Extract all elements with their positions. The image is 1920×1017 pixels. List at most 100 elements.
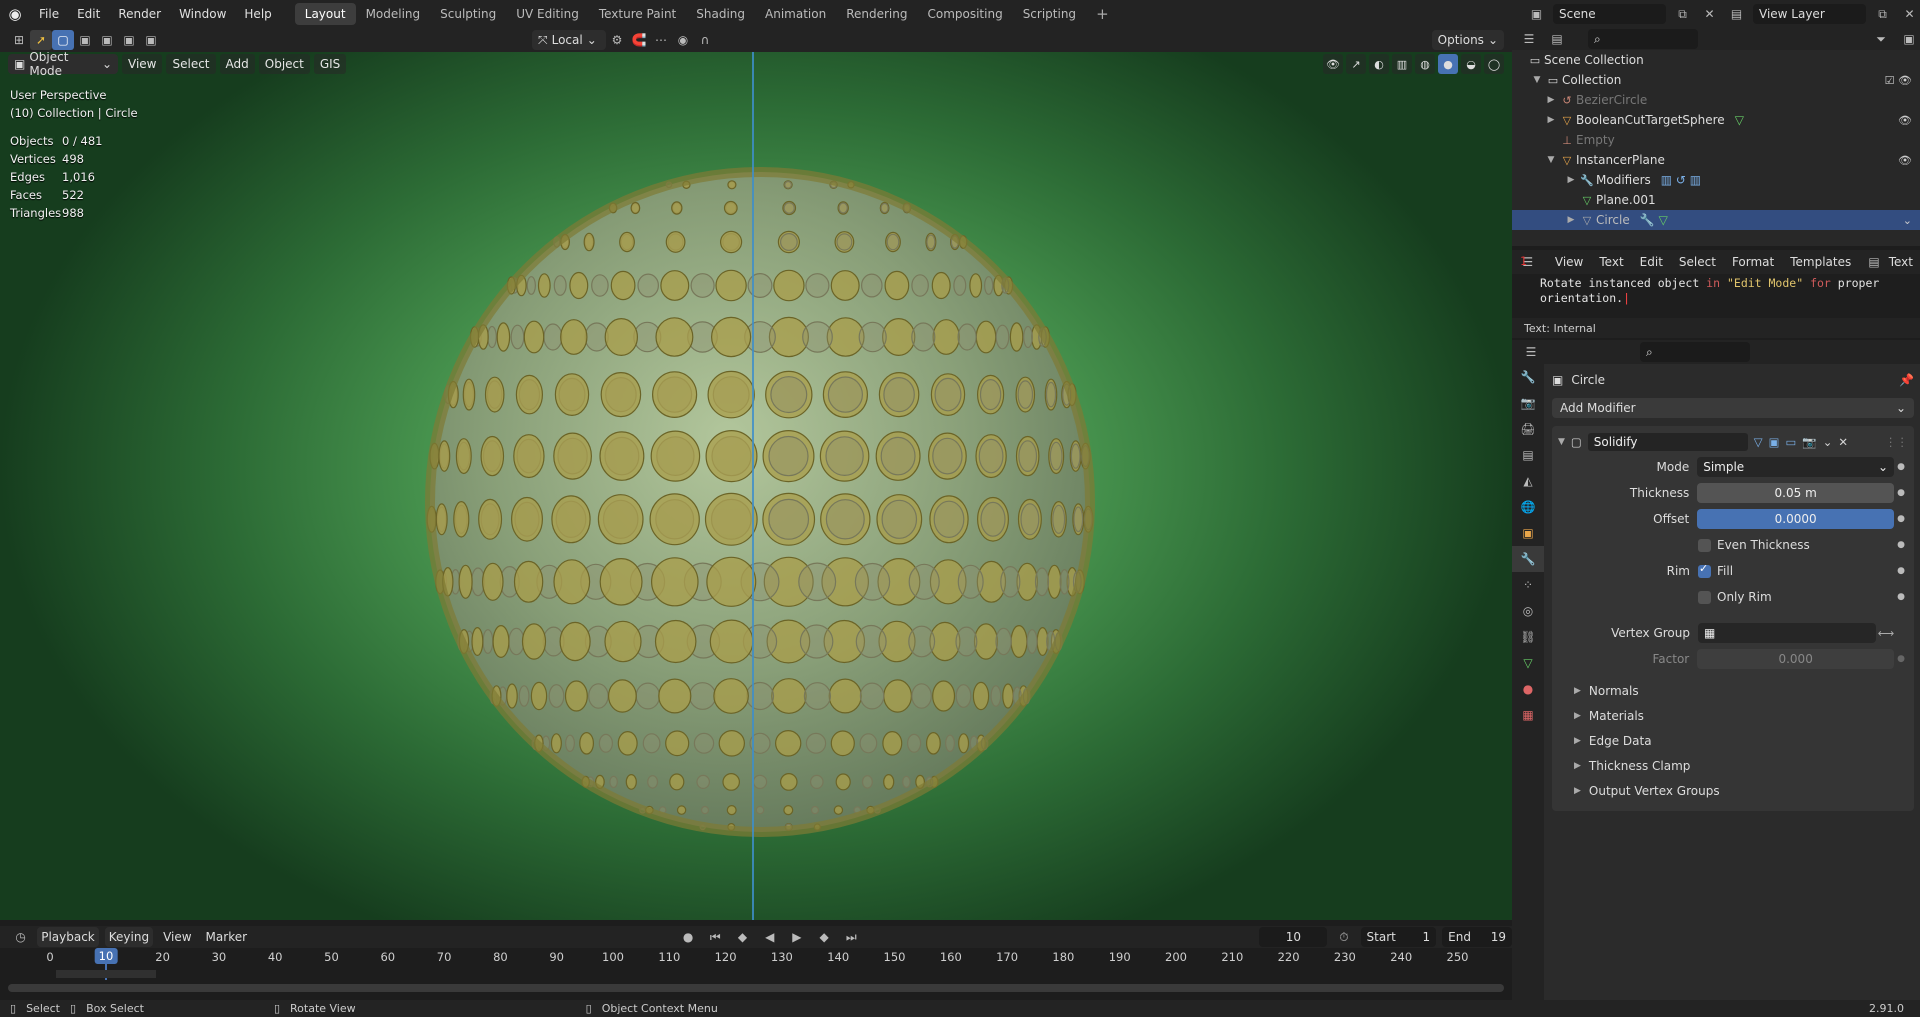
keyframe-dot-icon[interactable]: ●	[1894, 462, 1908, 472]
constraints-tab-icon[interactable]: ⛓	[1512, 624, 1544, 650]
clock-icon[interactable]: ⏱	[1333, 927, 1354, 947]
jump-end-icon[interactable]: ⏭	[841, 927, 862, 947]
3d-viewport[interactable]: ▣ Object Mode ⌄ View Select Add Object GIS…	[0, 52, 1512, 920]
keyframe-dot-icon[interactable]: ●	[1894, 488, 1908, 498]
current-frame-indicator[interactable]: 10	[94, 948, 118, 964]
tab-compositing[interactable]: Compositing	[917, 3, 1012, 25]
text-datablock-name[interactable]: Text	[1882, 255, 1920, 269]
snap-icon[interactable]: 🧲	[628, 30, 650, 50]
subpanel-thickness-clamp[interactable]: ▶ Thickness Clamp	[1558, 753, 1908, 778]
rendered-shading-icon[interactable]: ◯	[1484, 54, 1504, 74]
keyframe-dot-icon[interactable]: ●	[1894, 566, 1908, 576]
object-tab-icon[interactable]: ▣	[1512, 520, 1544, 546]
end-frame-field[interactable]: End 19	[1442, 927, 1512, 947]
select-mode-new-icon[interactable]: ▢	[52, 30, 74, 50]
text-menu-text[interactable]: Text	[1592, 255, 1630, 269]
start-frame-field[interactable]: Start 1	[1360, 927, 1437, 947]
render-icon[interactable]: 📷	[1802, 435, 1816, 449]
output-tab-icon[interactable]: 🖨	[1512, 416, 1544, 442]
invert-icon[interactable]: ⟷	[1876, 626, 1896, 640]
keyframe-dot-icon[interactable]: ●	[1894, 654, 1908, 664]
text-menu-edit[interactable]: Edit	[1633, 255, 1670, 269]
chevron-down-icon[interactable]: ⌄	[1903, 214, 1912, 227]
jump-start-icon[interactable]: ⏮	[705, 927, 726, 947]
solid-shading-icon[interactable]: ●	[1438, 54, 1458, 74]
view-layer-tab-icon[interactable]: ▤	[1512, 442, 1544, 468]
subpanel-materials[interactable]: ▶ Materials	[1558, 703, 1908, 728]
physics-tab-icon[interactable]: ◎	[1512, 598, 1544, 624]
pivot-point-icon[interactable]: ⚙	[606, 30, 628, 50]
menu-help[interactable]: Help	[235, 0, 280, 28]
editor-type-icon[interactable]: ⊞	[8, 30, 30, 50]
outliner-row-booleancuttargetsphere[interactable]: ▶ ▽ BooleanCutTargetSphere ▽ 👁	[1512, 110, 1920, 130]
keyframe-dot-icon[interactable]: ●	[1894, 514, 1908, 524]
overlay-icon[interactable]: ◐	[1369, 54, 1389, 74]
outliner-row-plane001[interactable]: ▽ Plane.001	[1512, 190, 1920, 210]
expand-icon[interactable]: ▼	[1530, 75, 1544, 85]
current-frame-field[interactable]: 10	[1259, 927, 1328, 947]
outliner-row-modifiers[interactable]: ▶ 🔧 Modifiers ▥ ↺ ▥	[1512, 170, 1920, 190]
view-layer-field[interactable]: View Layer	[1753, 4, 1867, 24]
collapse-icon[interactable]: ▼	[1558, 437, 1565, 447]
material-tab-icon[interactable]: ●	[1512, 676, 1544, 702]
add-workspace-icon[interactable]: +	[1086, 3, 1119, 25]
expand-icon[interactable]: ▶	[1564, 175, 1578, 185]
timeline-view-menu[interactable]: View	[159, 930, 195, 944]
next-keyframe-icon[interactable]: ◆	[814, 927, 835, 947]
select-tool-icon[interactable]: ➚	[30, 30, 52, 50]
select-mode-extend-icon[interactable]: ▣	[74, 30, 96, 50]
factor-field[interactable]: 0.000	[1697, 649, 1895, 669]
select-mode-intersect-icon[interactable]: ▣	[140, 30, 162, 50]
realtime-icon[interactable]: ▭	[1786, 435, 1797, 449]
outliner-row-collection[interactable]: ▼ ▭ Collection ☑ 👁	[1512, 70, 1920, 90]
timeline-editor-icon[interactable]: ◷	[10, 927, 31, 947]
outliner-search-input[interactable]: ⌕	[1588, 29, 1698, 49]
viewport-menu-object[interactable]: Object	[258, 54, 310, 74]
copy-scene-icon[interactable]: ⧉	[1672, 4, 1693, 24]
outliner-row-empty[interactable]: ⊥ Empty	[1512, 130, 1920, 150]
select-mode-invert-icon[interactable]: ▣	[118, 30, 140, 50]
material-shading-icon[interactable]: ◒	[1461, 54, 1481, 74]
text-menu-select[interactable]: Select	[1672, 255, 1723, 269]
keying-menu[interactable]: Keying	[104, 927, 154, 947]
eye-icon[interactable]: 👁	[1898, 154, 1912, 167]
expand-icon[interactable]: ▶	[1544, 115, 1558, 125]
world-tab-icon[interactable]: 🌐	[1512, 494, 1544, 520]
text-menu-templates[interactable]: Templates	[1783, 255, 1858, 269]
chevron-down-icon[interactable]: ⌄	[1823, 435, 1833, 449]
particles-tab-icon[interactable]: ⁘	[1512, 572, 1544, 598]
subpanel-edge-data[interactable]: ▶ Edge Data	[1558, 728, 1908, 753]
text-datablock-icon[interactable]: ▤	[1868, 252, 1879, 272]
drag-handle-icon[interactable]: ⋮⋮	[1885, 435, 1908, 449]
marker-menu[interactable]: Marker	[202, 930, 251, 944]
menu-edit[interactable]: Edit	[68, 0, 109, 28]
select-mode-subtract-icon[interactable]: ▣	[96, 30, 118, 50]
eye-icon[interactable]: 👁	[1898, 114, 1912, 127]
viewport-menu-select[interactable]: Select	[166, 54, 216, 74]
tab-sculpting[interactable]: Sculpting	[430, 3, 506, 25]
tab-uv-editing[interactable]: UV Editing	[506, 3, 589, 25]
mode-select[interactable]: Simple ⌄	[1697, 457, 1895, 477]
tab-layout[interactable]: Layout	[294, 3, 356, 25]
playback-menu[interactable]: Playback	[37, 927, 99, 947]
falloff-icon[interactable]: ∩	[694, 30, 716, 50]
properties-editor-icon[interactable]: ☰	[1520, 342, 1542, 362]
viewport-menu-view[interactable]: View	[122, 54, 163, 74]
text-menu-format[interactable]: Format	[1725, 255, 1781, 269]
tab-scripting[interactable]: Scripting	[1013, 3, 1086, 25]
visibility-icon[interactable]: 👁	[1323, 54, 1343, 74]
copy-view-layer-icon[interactable]: ⧉	[1872, 4, 1893, 24]
scene-tab-icon[interactable]: ◭	[1512, 468, 1544, 494]
texture-tab-icon[interactable]: ▦	[1512, 702, 1544, 728]
display-mode-icon[interactable]: ▤	[1546, 29, 1568, 49]
remove-scene-icon[interactable]: ✕	[1699, 4, 1720, 24]
eye-icon[interactable]: ☑ 👁	[1885, 74, 1912, 87]
options-dropdown[interactable]: Options ⌄	[1431, 30, 1504, 50]
filter-icon[interactable]: ⏷	[1870, 29, 1892, 49]
outliner-row-scene-collection[interactable]: ▭ Scene Collection	[1512, 50, 1920, 70]
tab-animation[interactable]: Animation	[755, 3, 836, 25]
new-collection-icon[interactable]: ▣	[1898, 29, 1920, 49]
outliner-row-instancerplane[interactable]: ▼ ▽ InstancerPlane 👁	[1512, 150, 1920, 170]
tool-tab-icon[interactable]: 🔧	[1512, 364, 1544, 390]
tab-modeling[interactable]: Modeling	[356, 3, 431, 25]
